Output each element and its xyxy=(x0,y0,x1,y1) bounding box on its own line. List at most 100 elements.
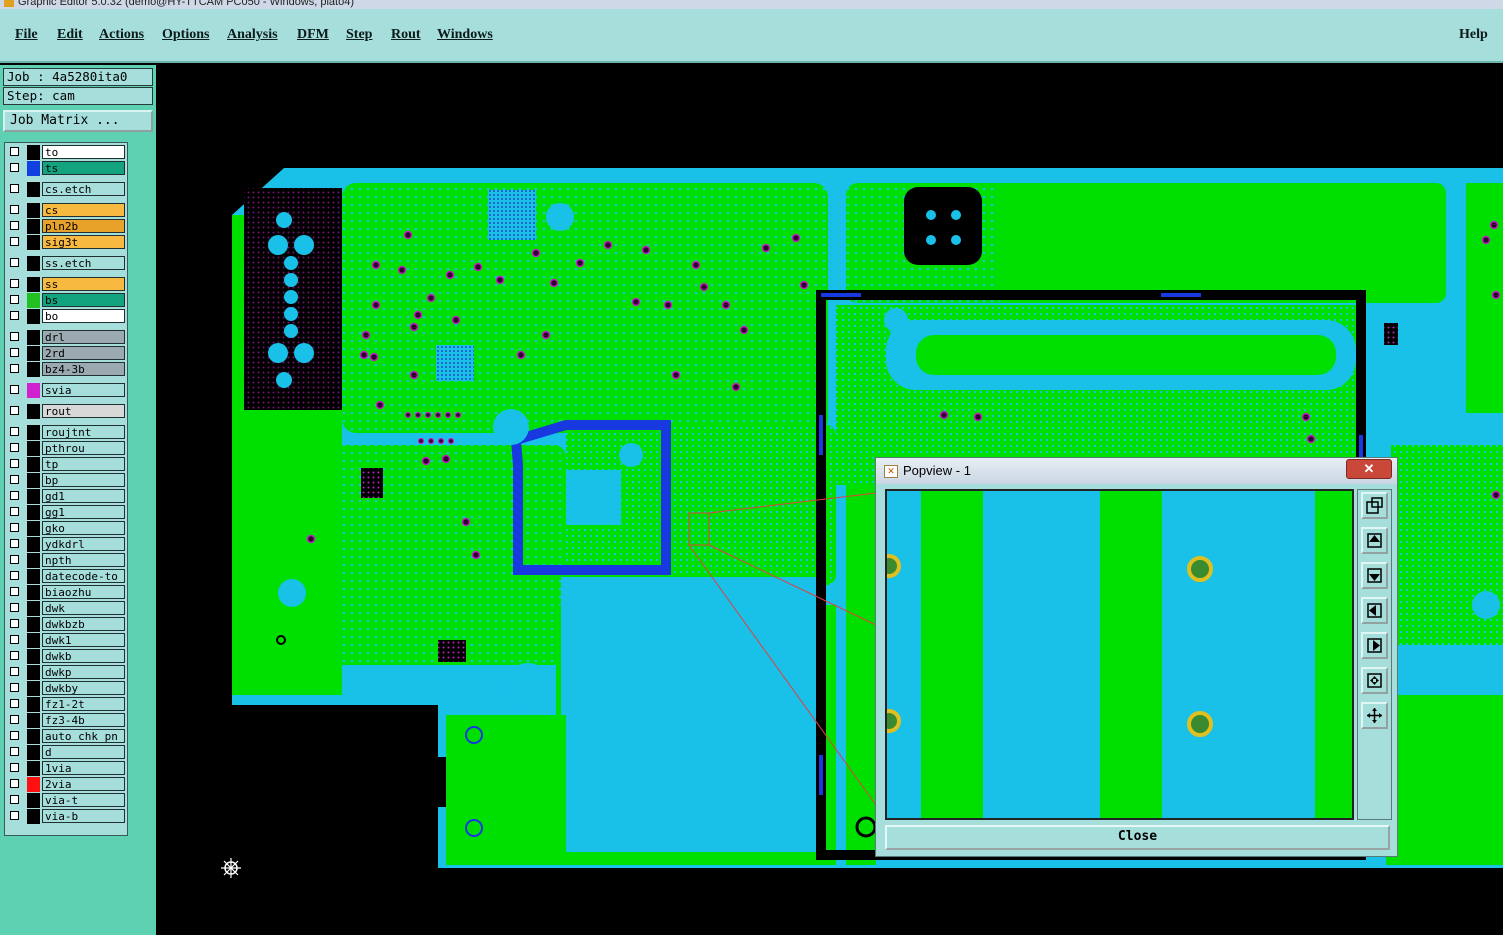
layer-checkbox[interactable] xyxy=(10,147,19,156)
layer-color-swatch[interactable] xyxy=(27,553,40,568)
layer-row[interactable]: biaozhu xyxy=(7,585,127,600)
layer-color-swatch[interactable] xyxy=(27,729,40,744)
layer-color-swatch[interactable] xyxy=(27,235,40,250)
layer-color-swatch[interactable] xyxy=(27,346,40,361)
layer-color-swatch[interactable] xyxy=(27,665,40,680)
layer-name[interactable]: gd1 xyxy=(42,489,125,503)
menu-options[interactable]: Options xyxy=(162,27,209,43)
layer-color-swatch[interactable] xyxy=(27,489,40,504)
menu-analysis[interactable]: Analysis xyxy=(227,27,278,43)
layer-name[interactable]: dwk1 xyxy=(42,633,125,647)
popview-close-button[interactable]: Close xyxy=(885,825,1390,850)
layer-row[interactable]: cs.etch xyxy=(7,182,127,197)
pan-right-icon[interactable] xyxy=(1361,632,1388,659)
pan-left-icon[interactable] xyxy=(1361,597,1388,624)
layer-checkbox[interactable] xyxy=(10,475,19,484)
layer-row[interactable]: gd1 xyxy=(7,489,127,504)
layer-color-swatch[interactable] xyxy=(27,309,40,324)
layer-name[interactable]: dwk xyxy=(42,601,125,615)
layer-row[interactable]: drl xyxy=(7,330,127,345)
layer-name[interactable]: bp xyxy=(42,473,125,487)
layer-name[interactable]: auto_chk_pn xyxy=(42,729,125,743)
layer-name[interactable]: to xyxy=(42,145,125,159)
layer-checkbox[interactable] xyxy=(10,332,19,341)
layer-color-swatch[interactable] xyxy=(27,569,40,584)
layer-color-swatch[interactable] xyxy=(27,697,40,712)
layer-row[interactable]: tp xyxy=(7,457,127,472)
layer-checkbox[interactable] xyxy=(10,507,19,516)
layer-row[interactable]: datecode-to xyxy=(7,569,127,584)
layer-color-swatch[interactable] xyxy=(27,537,40,552)
layer-checkbox[interactable] xyxy=(10,715,19,724)
layer-row[interactable]: cs xyxy=(7,203,127,218)
layer-name[interactable]: ss.etch xyxy=(42,256,125,270)
layer-row[interactable]: rout xyxy=(7,404,127,419)
layer-name[interactable]: gg1 xyxy=(42,505,125,519)
menu-file[interactable]: File xyxy=(15,27,38,43)
layer-row[interactable]: roujtnt xyxy=(7,425,127,440)
menu-help[interactable]: Help xyxy=(1459,27,1488,43)
menu-actions[interactable]: Actions xyxy=(99,27,144,43)
layer-name[interactable]: 1via xyxy=(42,761,125,775)
layer-name[interactable]: dwkby xyxy=(42,681,125,695)
layer-name[interactable]: via-b xyxy=(42,809,125,823)
layer-color-swatch[interactable] xyxy=(27,203,40,218)
layer-row[interactable]: pln2b xyxy=(7,219,127,234)
layer-name[interactable]: dwkp xyxy=(42,665,125,679)
layer-color-swatch[interactable] xyxy=(27,681,40,696)
layer-checkbox[interactable] xyxy=(10,811,19,820)
layer-color-swatch[interactable] xyxy=(27,277,40,292)
layer-checkbox[interactable] xyxy=(10,385,19,394)
layer-name[interactable]: pln2b xyxy=(42,219,125,233)
popview-viewport[interactable] xyxy=(885,489,1354,820)
layer-name[interactable]: sig3t xyxy=(42,235,125,249)
zoom-out-icon[interactable] xyxy=(1361,702,1388,729)
layer-row[interactable]: to xyxy=(7,145,127,160)
layer-row[interactable]: 1via xyxy=(7,761,127,776)
layer-name[interactable]: dwkbzb xyxy=(42,617,125,631)
layer-checkbox[interactable] xyxy=(10,491,19,500)
layer-name[interactable]: bo xyxy=(42,309,125,323)
layer-row[interactable]: dwk1 xyxy=(7,633,127,648)
layer-row[interactable]: sig3t xyxy=(7,235,127,250)
layer-name[interactable]: bs xyxy=(42,293,125,307)
layer-row[interactable]: bo xyxy=(7,309,127,324)
layer-color-swatch[interactable] xyxy=(27,383,40,398)
layer-color-swatch[interactable] xyxy=(27,777,40,792)
layer-color-swatch[interactable] xyxy=(27,425,40,440)
layer-color-swatch[interactable] xyxy=(27,182,40,197)
popview-title-bar[interactable]: ✕ Popview - 1 ✕ xyxy=(876,458,1397,484)
layer-checkbox[interactable] xyxy=(10,763,19,772)
layer-row[interactable]: dwkbzb xyxy=(7,617,127,632)
layer-checkbox[interactable] xyxy=(10,635,19,644)
layer-checkbox[interactable] xyxy=(10,603,19,612)
layer-name[interactable]: d xyxy=(42,745,125,759)
layer-row[interactable]: ydkdrl xyxy=(7,537,127,552)
menu-windows[interactable]: Windows xyxy=(437,27,493,43)
layer-name[interactable]: datecode-to xyxy=(42,569,125,583)
layer-color-swatch[interactable] xyxy=(27,161,40,176)
layer-color-swatch[interactable] xyxy=(27,617,40,632)
layer-name[interactable]: npth xyxy=(42,553,125,567)
layer-row[interactable]: svia xyxy=(7,383,127,398)
layer-row[interactable]: 2rd xyxy=(7,346,127,361)
layer-checkbox[interactable] xyxy=(10,279,19,288)
layer-color-swatch[interactable] xyxy=(27,505,40,520)
layer-color-swatch[interactable] xyxy=(27,521,40,536)
layer-row[interactable]: via-t xyxy=(7,793,127,808)
layer-name[interactable]: pthrou xyxy=(42,441,125,455)
layer-row[interactable]: dwkb xyxy=(7,649,127,664)
layer-color-swatch[interactable] xyxy=(27,145,40,160)
layer-checkbox[interactable] xyxy=(10,311,19,320)
layer-checkbox[interactable] xyxy=(10,731,19,740)
layer-checkbox[interactable] xyxy=(10,406,19,415)
zoom-home-icon[interactable] xyxy=(1361,492,1388,519)
layer-row[interactable]: fz1-2t xyxy=(7,697,127,712)
layer-name[interactable]: tp xyxy=(42,457,125,471)
layer-name[interactable]: fz1-2t xyxy=(42,697,125,711)
layer-name[interactable]: cs.etch xyxy=(42,182,125,196)
layer-checkbox[interactable] xyxy=(10,555,19,564)
layer-color-swatch[interactable] xyxy=(27,330,40,345)
layer-row[interactable]: fz3-4b xyxy=(7,713,127,728)
layer-color-swatch[interactable] xyxy=(27,713,40,728)
